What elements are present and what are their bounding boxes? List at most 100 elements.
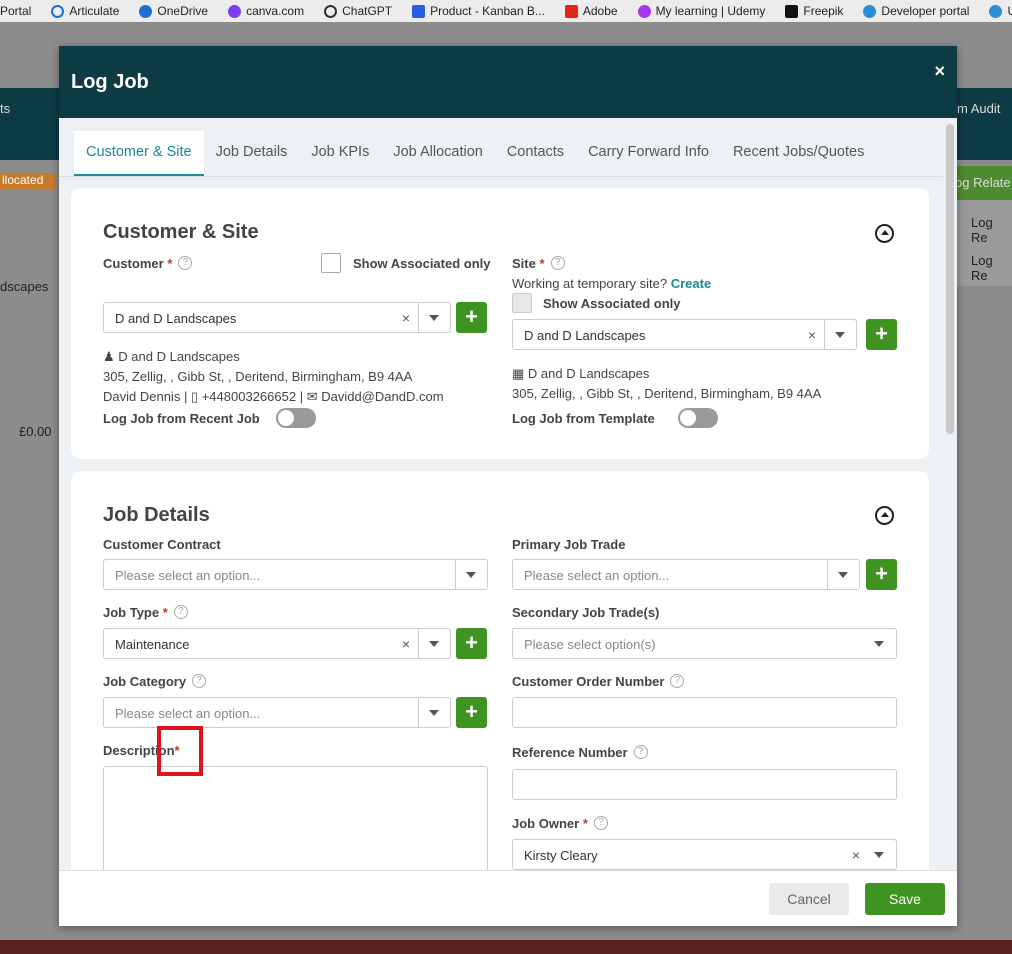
bookmark-freepik[interactable]: Freepik	[785, 4, 843, 18]
temporary-site-text: Working at temporary site? Create	[512, 276, 712, 291]
help-icon: ?	[192, 674, 207, 688]
bookmark-developer-portal[interactable]: Developer portal	[863, 4, 969, 18]
background-log-related: og Relate	[955, 166, 1012, 200]
collapse-customer-site-icon[interactable]	[875, 224, 894, 243]
clear-job-type-icon[interactable]: ×	[402, 636, 410, 652]
order-number-input[interactable]	[512, 697, 897, 728]
clear-site-icon[interactable]: ×	[808, 327, 816, 343]
log-job-modal: Log Job × Customer & Site Job Details Jo…	[59, 46, 957, 926]
phone-icon: ▯	[190, 389, 199, 404]
modal-footer: Cancel Save	[59, 870, 957, 926]
chevron-down-icon[interactable]	[827, 560, 859, 589]
tab-divider	[59, 176, 943, 177]
customer-name: ♟ D and D Landscapes	[103, 349, 240, 364]
job-owner-select[interactable]: Kirsty Cleary ×	[512, 839, 897, 870]
log-recent-label: Log Job from Recent Job	[103, 411, 260, 426]
add-primary-trade-button[interactable]: +	[866, 559, 897, 590]
modal-scrollbar[interactable]	[946, 124, 954, 434]
chevron-down-icon[interactable]	[418, 303, 450, 332]
help-icon: ?	[173, 605, 188, 619]
bookmark-canva[interactable]: canva.com	[228, 4, 304, 18]
bookmark-u[interactable]: U	[989, 4, 1012, 18]
udemy-icon	[637, 4, 651, 18]
help-icon: ?	[550, 256, 565, 270]
log-template-label: Log Job from Template	[512, 411, 655, 426]
tab-carry-forward-info[interactable]: Carry Forward Info	[576, 131, 721, 177]
person-icon: ♟	[103, 349, 115, 364]
chevron-down-icon[interactable]	[455, 560, 487, 589]
tab-job-allocation[interactable]: Job Allocation	[381, 131, 494, 177]
chevron-down-icon[interactable]	[864, 629, 896, 658]
site-show-associated-label: Show Associated only	[543, 296, 681, 311]
add-job-category-button[interactable]: +	[456, 697, 487, 728]
mail-icon: ✉	[306, 389, 318, 404]
chatgpt-icon	[324, 4, 338, 18]
customer-show-associated-label: Show Associated only	[353, 256, 491, 271]
job-type-select[interactable]: Maintenance ×	[103, 628, 451, 659]
log-template-toggle[interactable]	[678, 408, 718, 428]
customer-select[interactable]: D and D Landscapes ×	[103, 302, 451, 333]
bookmark-kanban[interactable]: Product - Kanban B...	[412, 4, 545, 18]
cancel-button[interactable]: Cancel	[769, 883, 849, 915]
site-address: 305, Zellig, , Gibb St, , Deritend, Birm…	[512, 386, 822, 401]
customer-address: 305, Zellig, , Gibb St, , Deritend, Birm…	[103, 369, 413, 384]
bookmark-portal[interactable]: Portal	[0, 4, 31, 18]
clear-job-owner-icon[interactable]: ×	[852, 847, 860, 863]
order-number-label: Customer Order Number?	[512, 674, 685, 689]
highlight-box	[157, 726, 203, 776]
kanban-icon	[412, 4, 426, 18]
bookmark-udemy[interactable]: My learning | Udemy	[637, 4, 765, 18]
customer-contract-select[interactable]: Please select an option...	[103, 559, 488, 590]
collapse-job-details-icon[interactable]	[875, 506, 894, 525]
chevron-down-icon[interactable]	[418, 629, 450, 658]
onedrive-icon	[139, 4, 153, 18]
primary-trade-label: Primary Job Trade	[512, 537, 626, 552]
customer-label: Customer *?	[103, 256, 193, 271]
site-select[interactable]: D and D Landscapes ×	[512, 319, 857, 350]
save-button[interactable]: Save	[865, 883, 945, 915]
background-nav-left: ts	[0, 101, 11, 116]
log-recent-toggle[interactable]	[276, 408, 316, 428]
tab-contacts[interactable]: Contacts	[495, 131, 576, 177]
reference-input[interactable]	[512, 769, 897, 800]
tab-job-kpis[interactable]: Job KPIs	[299, 131, 381, 177]
bookmarks-bar: Portal Articulate OneDrive canva.com Cha…	[0, 0, 1012, 22]
tab-customer-site[interactable]: Customer & Site	[74, 131, 204, 177]
close-icon[interactable]: ×	[934, 61, 945, 82]
job-type-label: Job Type *?	[103, 605, 188, 620]
tab-bar: Customer & Site Job Details Job KPIs Job…	[74, 131, 876, 177]
bookmark-chatgpt[interactable]: ChatGPT	[324, 4, 392, 18]
freepik-icon	[785, 4, 799, 18]
bookmark-adobe[interactable]: Adobe	[564, 4, 618, 18]
chevron-down-icon[interactable]	[824, 320, 856, 349]
add-site-button[interactable]: +	[866, 319, 897, 350]
bookmark-articulate[interactable]: Articulate	[51, 4, 119, 18]
reference-label: Reference Number?	[512, 745, 648, 760]
building-icon: ▦	[512, 366, 525, 381]
background-nav-right: m Audit	[957, 101, 1001, 116]
bookmark-onedrive[interactable]: OneDrive	[139, 4, 208, 18]
help-icon: ?	[670, 674, 685, 688]
taskbar	[0, 940, 1012, 954]
create-site-link[interactable]: Create	[671, 276, 711, 291]
tab-recent-jobs-quotes[interactable]: Recent Jobs/Quotes	[721, 131, 876, 177]
u-icon	[989, 4, 1003, 18]
clear-customer-icon[interactable]: ×	[402, 310, 410, 326]
background-log-re-2: Log Re	[971, 253, 993, 283]
primary-trade-select[interactable]: Please select an option...	[512, 559, 860, 590]
articulate-icon	[51, 4, 65, 18]
canva-icon	[228, 4, 242, 18]
site-show-associated-checkbox[interactable]	[512, 293, 532, 313]
chevron-down-icon[interactable]	[418, 698, 450, 727]
job-category-select[interactable]: Please select an option...	[103, 697, 451, 728]
site-name: ▦ D and D Landscapes	[512, 366, 650, 381]
secondary-trade-select[interactable]: Please select option(s)	[512, 628, 897, 659]
tab-job-details[interactable]: Job Details	[204, 131, 300, 177]
customer-site-heading: Customer & Site	[103, 221, 259, 243]
add-job-type-button[interactable]: +	[456, 628, 487, 659]
chevron-down-icon[interactable]	[864, 840, 896, 869]
job-details-heading: Job Details	[103, 504, 210, 526]
background-log-re-1: Log Re	[971, 215, 993, 245]
customer-show-associated-checkbox[interactable]	[321, 253, 341, 273]
add-customer-button[interactable]: +	[456, 302, 487, 333]
